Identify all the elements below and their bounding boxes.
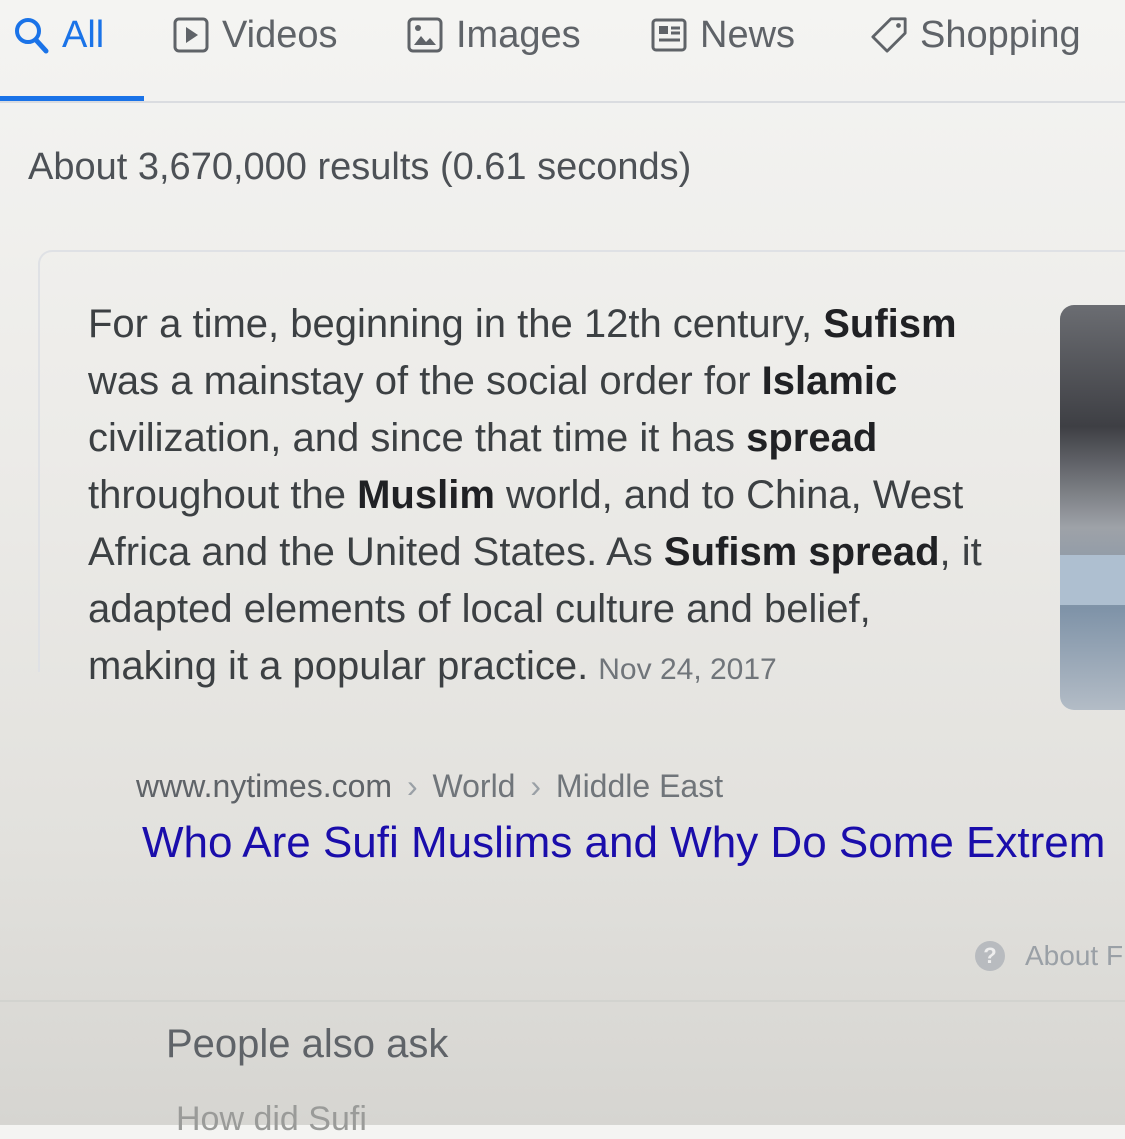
snippet-thumbnail-image[interactable] (1060, 305, 1125, 710)
snippet-segment: was a mainstay of the social order for (88, 359, 762, 403)
result-breadcrumb[interactable]: www.nytimes.com › World › Middle East (136, 768, 723, 805)
breadcrumb-separator: › (406, 768, 418, 804)
snippet-highlight: Islamic (761, 359, 898, 403)
snippet-highlight: spread (746, 416, 878, 460)
result-stats: About 3,670,000 results (0.61 seconds) (28, 146, 692, 188)
about-featured-snippets-link[interactable]: ? About F (975, 940, 1125, 972)
tab-images[interactable]: Images (406, 10, 581, 60)
tab-label: Videos (222, 13, 338, 56)
tab-label: Images (456, 13, 581, 56)
breadcrumb-item: World (432, 768, 516, 804)
newspaper-icon (650, 16, 688, 54)
tab-label: News (700, 13, 796, 56)
snippet-highlight: Sufism spread (663, 530, 940, 574)
breadcrumb-domain: www.nytimes.com (136, 768, 393, 804)
tab-label: Shopping (920, 13, 1081, 56)
snippet-date: Nov 24, 2017 (598, 653, 777, 686)
people-also-ask-question[interactable]: How did Sufi (176, 1100, 367, 1139)
breadcrumb-item: Middle East (555, 768, 724, 804)
tab-all[interactable]: All (12, 10, 104, 60)
tag-icon (870, 16, 908, 54)
snippet-segment: throughout the (88, 473, 358, 517)
snippet-highlight: Sufism (823, 302, 957, 346)
people-also-ask-heading: People also ask (166, 1022, 449, 1066)
featured-snippet-text: For a time, beginning in the 12th centur… (88, 296, 998, 698)
about-featured-label: About F (1025, 940, 1124, 971)
search-tabs-bar: All Videos Images News Shopping (0, 0, 1125, 104)
tab-label: All (62, 13, 105, 56)
help-icon: ? (975, 941, 1005, 971)
image-icon (406, 16, 444, 54)
thumbnail-detail (1060, 555, 1125, 605)
tab-videos[interactable]: Videos (172, 10, 338, 60)
tab-news[interactable]: News (650, 10, 795, 60)
video-play-icon (172, 16, 210, 54)
search-icon (12, 16, 50, 54)
snippet-segment: civilization, and since that time it has (88, 416, 747, 460)
breadcrumb-separator: › (530, 768, 542, 804)
tabs-divider (0, 101, 1125, 103)
result-title-link[interactable]: Who Are Sufi Muslims and Why Do Some Ext… (142, 818, 1125, 868)
section-divider (0, 1000, 1125, 1002)
snippet-segment: For a time, beginning in the 12th centur… (88, 302, 824, 346)
snippet-body: For a time, beginning in the 12th centur… (88, 302, 982, 688)
snippet-highlight: Muslim (357, 473, 495, 517)
tab-shopping[interactable]: Shopping (870, 10, 1081, 60)
